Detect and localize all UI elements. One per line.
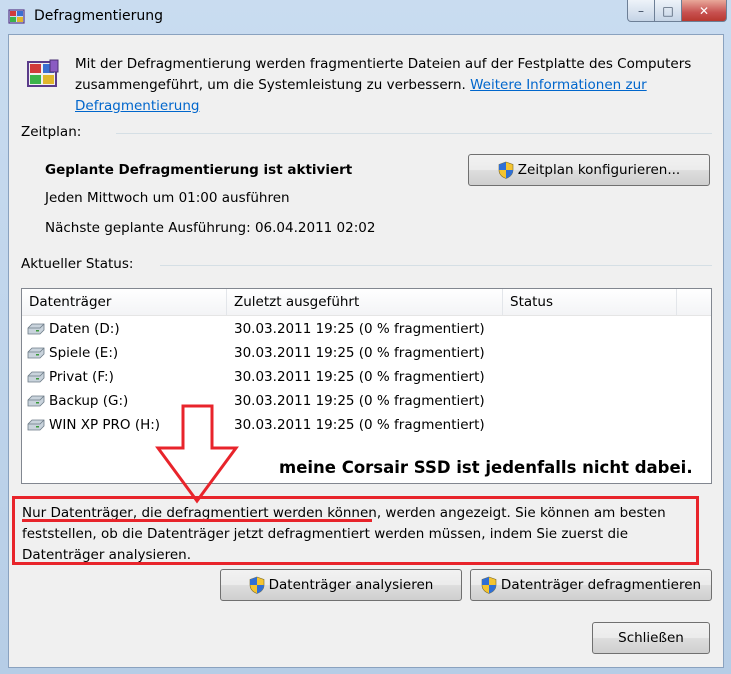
defragment-disk-label: Datenträger defragmentieren <box>500 577 702 593</box>
schedule-next-run: Nächste geplante Ausführung: 06.04.2011 … <box>45 220 376 236</box>
configure-schedule-button[interactable]: Zeitplan konfigurieren... <box>468 154 710 186</box>
drive-last-run: 30.03.2011 19:25 (0 % fragmentiert) <box>234 417 485 433</box>
hard-drive-icon <box>27 347 45 359</box>
uac-shield-icon <box>498 161 514 179</box>
close-button-label: Schließen <box>618 630 684 646</box>
schedule-label: Zeitplan: <box>21 124 82 140</box>
drive-last-run: 30.03.2011 19:25 (0 % fragmentiert) <box>234 369 485 385</box>
analyze-disk-button[interactable]: Datenträger analysieren <box>220 569 462 601</box>
hard-drive-icon <box>27 419 45 431</box>
close-button[interactable]: Schließen <box>592 622 710 654</box>
drive-list[interactable]: Datenträger Zuletzt ausgeführt Status Da… <box>21 288 712 484</box>
hard-drive-icon <box>27 323 45 335</box>
close-window-button[interactable]: ✕ <box>682 0 727 22</box>
column-header-last-run[interactable]: Zuletzt ausgeführt <box>227 289 503 315</box>
annotation-text: meine Corsair SSD ist jedenfalls nicht d… <box>279 458 693 477</box>
drive-row[interactable]: Spiele (E:) 30.03.2011 19:25 (0 % fragme… <box>22 341 677 365</box>
drive-row[interactable]: Daten (D:) 30.03.2011 19:25 (0 % fragmen… <box>22 317 677 341</box>
column-header-status[interactable]: Status <box>503 289 677 315</box>
defrag-app-icon <box>27 59 59 87</box>
drive-row[interactable]: Backup (G:) 30.03.2011 19:25 (0 % fragme… <box>22 389 677 413</box>
drive-row[interactable]: Privat (F:) 30.03.2011 19:25 (0 % fragme… <box>22 365 677 389</box>
intro-description: Mit der Defragmentierung werden fragment… <box>75 54 695 117</box>
drive-name: Daten (D:) <box>49 321 120 337</box>
schedule-frequency: Jeden Mittwoch um 01:00 ausführen <box>45 190 290 206</box>
drive-last-run: 30.03.2011 19:25 (0 % fragmentiert) <box>234 321 485 337</box>
window-title: Defragmentierung <box>34 8 164 24</box>
defrag-app-icon <box>8 9 25 24</box>
defragment-disk-button[interactable]: Datenträger defragmentieren <box>470 569 712 601</box>
drive-name: Spiele (E:) <box>49 345 119 361</box>
minimize-button[interactable]: – <box>627 0 655 22</box>
annotation-box <box>12 496 699 565</box>
maximize-button[interactable]: □ <box>655 0 682 22</box>
drive-list-header: Datenträger Zuletzt ausgeführt Status <box>22 289 711 316</box>
drive-name: WIN XP PRO (H:) <box>49 417 161 433</box>
schedule-status: Geplante Defragmentierung ist aktiviert <box>45 162 353 178</box>
configure-schedule-label: Zeitplan konfigurieren... <box>517 162 681 178</box>
schedule-divider <box>116 133 712 134</box>
hard-drive-icon <box>27 395 45 407</box>
analyze-disk-label: Datenträger analysieren <box>268 577 434 593</box>
title-bar[interactable]: Defragmentierung – □ ✕ <box>0 0 731 34</box>
status-divider <box>160 265 712 266</box>
drive-name: Backup (G:) <box>49 393 129 409</box>
column-header-drive[interactable]: Datenträger <box>22 289 227 315</box>
drive-last-run: 30.03.2011 19:25 (0 % fragmentiert) <box>234 393 485 409</box>
drive-last-run: 30.03.2011 19:25 (0 % fragmentiert) <box>234 345 485 361</box>
drive-name: Privat (F:) <box>49 369 114 385</box>
window-controls: – □ ✕ <box>627 0 727 22</box>
hard-drive-icon <box>27 371 45 383</box>
uac-shield-icon <box>481 576 497 594</box>
drive-row[interactable]: WIN XP PRO (H:) 30.03.2011 19:25 (0 % fr… <box>22 413 677 437</box>
uac-shield-icon <box>249 576 264 594</box>
current-status-label: Aktueller Status: <box>21 256 134 272</box>
